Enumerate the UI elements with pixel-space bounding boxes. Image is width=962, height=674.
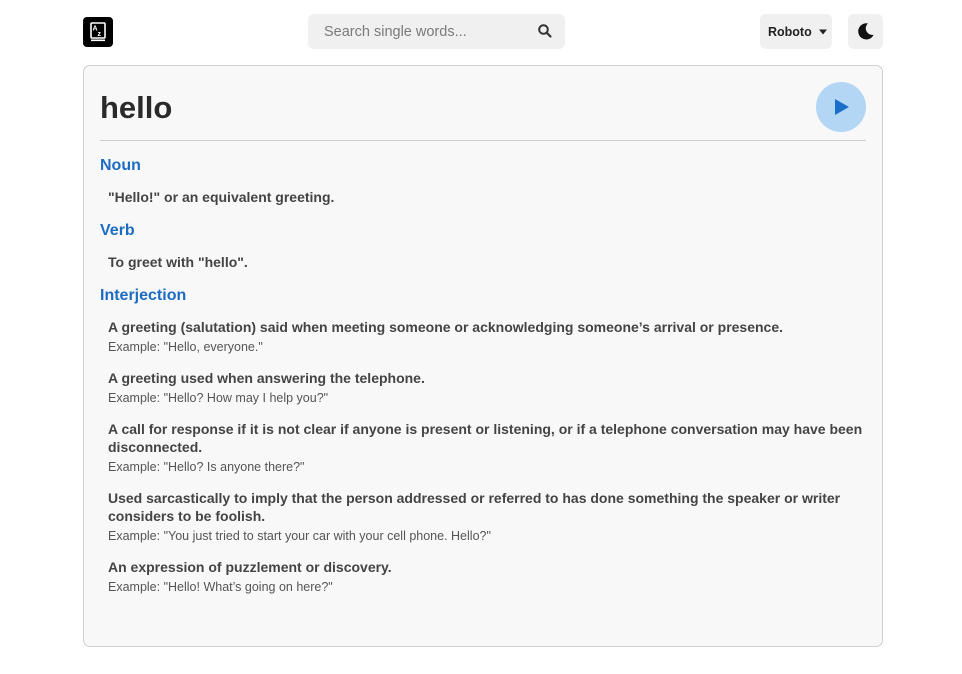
theme-toggle-button[interactable]: [848, 14, 883, 49]
definition-text: Used sarcastically to imply that the per…: [108, 490, 841, 524]
top-bar: A z Roboto: [0, 0, 962, 66]
definition-item: A greeting (salutation) said when meetin…: [108, 318, 866, 355]
definition-text: "Hello!" or an equivalent greeting.: [108, 189, 335, 205]
part-of-speech-label: Interjection: [100, 287, 187, 304]
font-selector-dropdown[interactable]: Roboto: [760, 14, 832, 49]
definitions-list: A greeting (salutation) said when meetin…: [100, 318, 866, 595]
definition-item: "Hello!" or an equivalent greeting.: [108, 188, 866, 206]
svg-text:z: z: [98, 31, 102, 38]
definition-text: A call for response if it is not clear i…: [108, 421, 863, 455]
definition-example: Example: "Hello, everyone.": [108, 340, 263, 354]
caret-down-icon: [818, 29, 827, 34]
definition-item: A greeting used when answering the telep…: [108, 369, 866, 406]
meaning-interjection: Interjection A greeting (salutation) sai…: [100, 287, 866, 595]
definitions-list: "Hello!" or an equivalent greeting.: [100, 188, 866, 206]
meanings-list: Noun "Hello!" or an equivalent greeting.…: [100, 157, 866, 611]
definition-example: Example: "Hello! What’s going on here?": [108, 580, 333, 594]
title-divider: [100, 140, 866, 141]
definition-text: A greeting (salutation) said when meetin…: [108, 319, 784, 335]
search-bar: [308, 14, 565, 49]
az-dictionary-logo-icon[interactable]: A z: [83, 17, 113, 47]
word-title: hello: [100, 90, 173, 125]
definition-text: An expression of puzzlement or discovery…: [108, 559, 392, 575]
search-icon[interactable]: [537, 23, 553, 39]
definition-example: Example: "Hello? Is anyone there?": [108, 460, 305, 474]
part-of-speech-label: Noun: [100, 157, 141, 174]
moon-icon: [858, 23, 874, 40]
definitions-list: To greet with "hello".: [100, 253, 866, 271]
definition-item: To greet with "hello".: [108, 253, 866, 271]
meaning-verb: Verb To greet with "hello".: [100, 222, 866, 271]
font-selector-value: Roboto: [768, 24, 812, 39]
definition-example: Example: "Hello? How may I help you?": [108, 391, 329, 405]
definition-example: Example: "You just tried to start your c…: [108, 529, 491, 543]
definition-item: An expression of puzzlement or discovery…: [108, 558, 866, 595]
play-pronunciation-button[interactable]: [816, 82, 866, 132]
definition-text: A greeting used when answering the telep…: [108, 370, 425, 386]
part-of-speech-label: Verb: [100, 222, 135, 239]
search-input[interactable]: [308, 14, 523, 49]
definition-card: hello Noun "Hello!" or an equivalent gre…: [83, 65, 883, 647]
definition-item: Used sarcastically to imply that the per…: [108, 489, 866, 544]
definition-text: To greet with "hello".: [108, 254, 248, 270]
play-icon: [835, 99, 849, 115]
meaning-noun: Noun "Hello!" or an equivalent greeting.: [100, 157, 866, 206]
definition-item: A call for response if it is not clear i…: [108, 420, 866, 475]
